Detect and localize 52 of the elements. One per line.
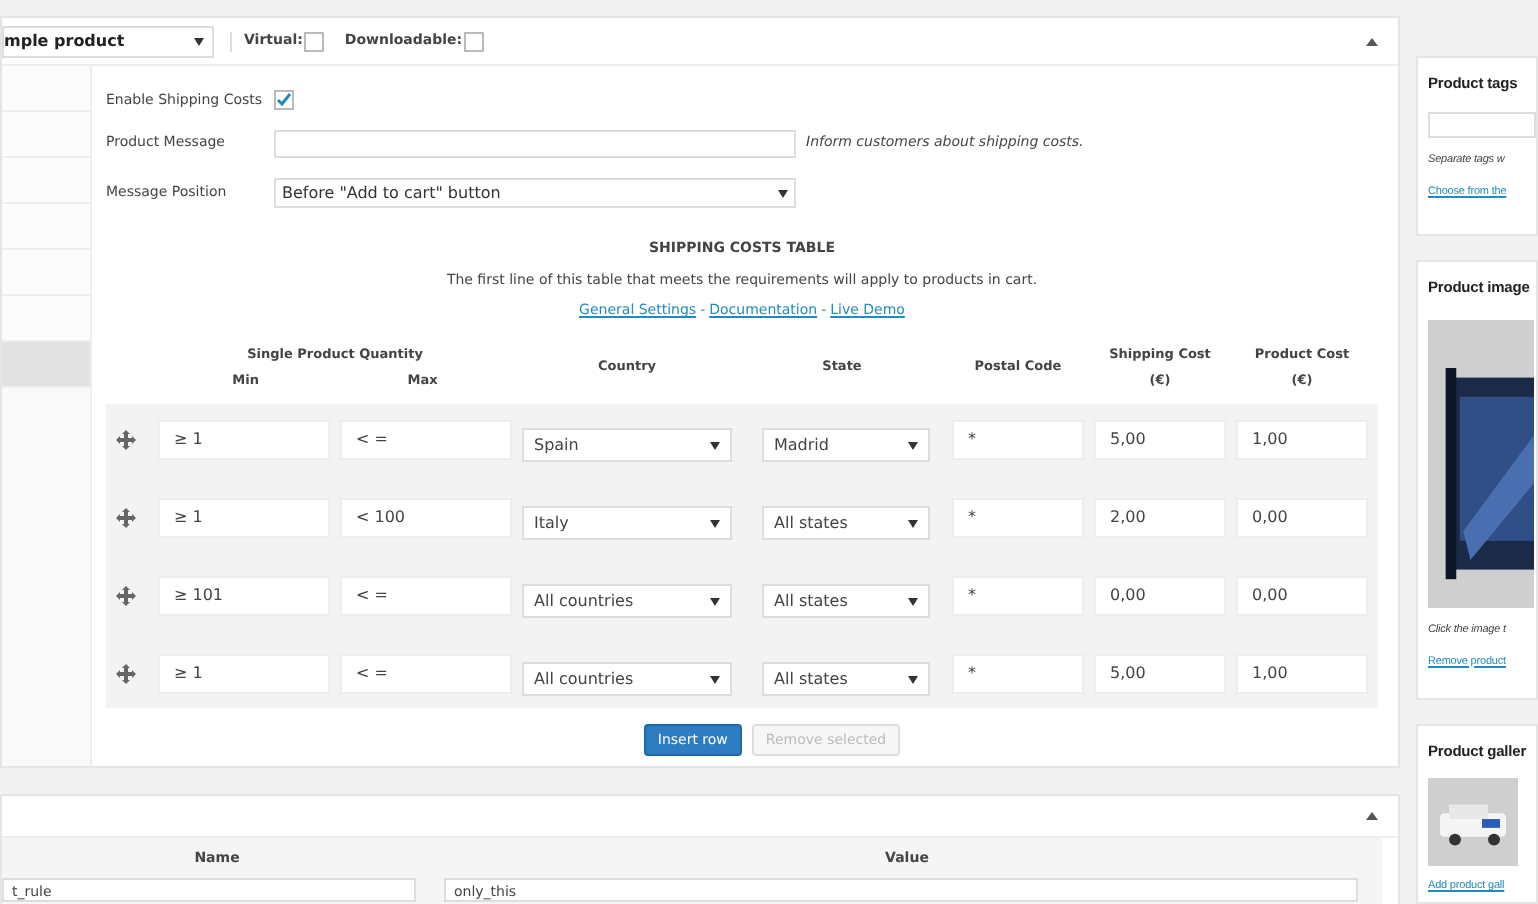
min-field[interactable]: ≥ 1 xyxy=(158,497,330,537)
caret-icon xyxy=(710,675,720,683)
checkbox[interactable] xyxy=(304,31,325,51)
country-select[interactable]: All countries xyxy=(522,584,732,618)
product-cost-field[interactable]: 1,00 xyxy=(1236,653,1368,693)
shipping-cost-field[interactable]: 2,00 xyxy=(1094,497,1226,537)
max-field[interactable]: < = xyxy=(340,419,512,459)
caret-icon xyxy=(908,675,918,683)
checkbox[interactable] xyxy=(274,90,294,110)
caret-icon xyxy=(710,519,720,527)
postal-field[interactable]: * xyxy=(952,653,1084,693)
collapse-icon[interactable] xyxy=(1366,37,1378,45)
postal-field[interactable]: * xyxy=(952,497,1084,537)
move-icon[interactable] xyxy=(116,429,136,449)
min-field[interactable]: ≥ 101 xyxy=(158,575,330,615)
state-select[interactable]: All states xyxy=(762,584,930,618)
move-icon[interactable] xyxy=(116,507,136,527)
country-select[interactable]: All countries xyxy=(522,662,732,696)
product-cost-field[interactable]: 0,00 xyxy=(1236,575,1368,615)
caret-icon xyxy=(710,441,720,449)
product-cost-field[interactable]: 0,00 xyxy=(1236,497,1368,537)
country-select[interactable]: Italy xyxy=(522,506,732,540)
tag-field[interactable] xyxy=(1428,112,1536,139)
product-type-select[interactable]: mple product xyxy=(2,25,214,57)
min-field[interactable]: ≥ 1 xyxy=(158,419,330,459)
state-select[interactable]: All states xyxy=(762,662,930,696)
country-select[interactable]: Spain xyxy=(522,428,732,462)
checkbox[interactable] xyxy=(464,31,485,51)
product-cost-field[interactable]: 1,00 xyxy=(1236,419,1368,459)
min-field[interactable]: ≥ 1 xyxy=(158,653,330,693)
caret-icon xyxy=(908,441,918,449)
move-icon[interactable] xyxy=(116,663,136,683)
state-select[interactable]: All states xyxy=(762,506,930,540)
postal-field[interactable]: * xyxy=(952,419,1084,459)
caret-icon xyxy=(908,519,918,527)
message-field[interactable] xyxy=(274,129,796,157)
max-field[interactable]: < = xyxy=(340,653,512,693)
shipping-cost-field[interactable]: 5,00 xyxy=(1094,419,1226,459)
state-select[interactable]: Madrid xyxy=(762,428,930,462)
sidebar-tab[interactable] xyxy=(2,342,90,388)
collapse-icon[interactable] xyxy=(1366,812,1378,820)
max-field[interactable]: < 100 xyxy=(340,497,512,537)
position-select[interactable]: Before "Add to cart" button xyxy=(274,178,796,208)
shipping-cost-field[interactable]: 5,00 xyxy=(1094,653,1226,693)
caret-icon xyxy=(710,597,720,605)
caret-icon xyxy=(778,189,788,197)
max-field[interactable]: < = xyxy=(340,575,512,615)
postal-field[interactable]: * xyxy=(952,575,1084,615)
caret-icon xyxy=(908,597,918,605)
caret-icon xyxy=(194,37,204,45)
shipping-cost-field[interactable]: 0,00 xyxy=(1094,575,1226,615)
move-icon[interactable] xyxy=(116,585,136,605)
